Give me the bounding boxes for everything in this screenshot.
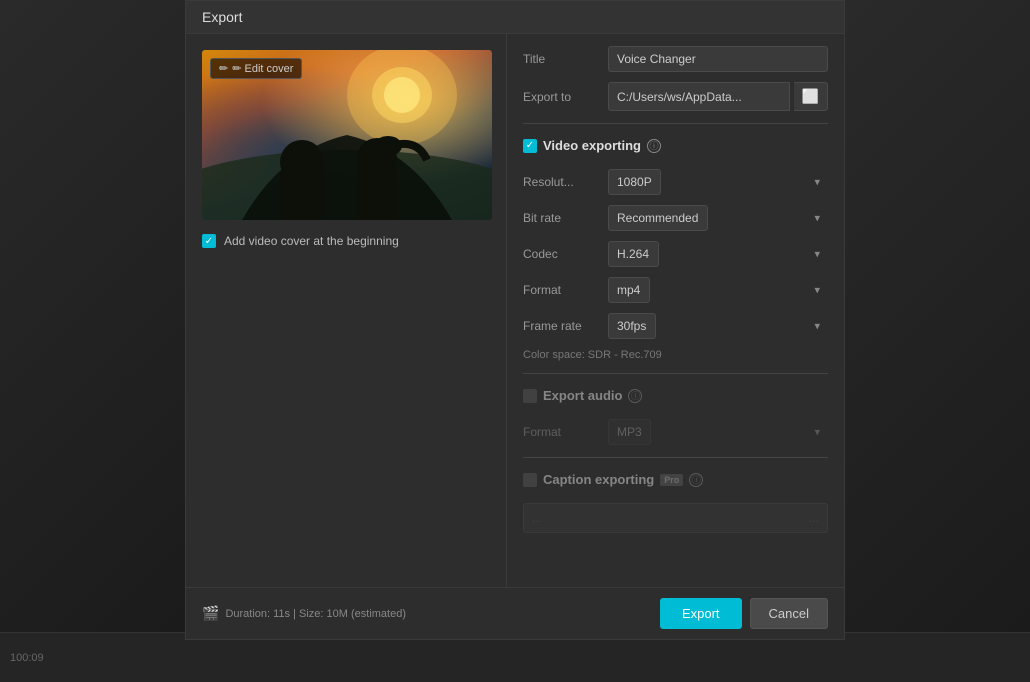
video-exporting-checkbox[interactable]: ✓ [523, 139, 537, 153]
export-dialog: Export [185, 0, 845, 640]
video-exporting-header: ✓ Video exporting ⓘ [523, 138, 828, 159]
browse-folder-button[interactable]: ⬜ [794, 82, 828, 111]
caption-exporting-title: Caption exporting [543, 472, 654, 487]
audio-format-field-row: Format MP3 [523, 419, 828, 445]
frame-rate-select[interactable]: 30fps [608, 313, 656, 339]
export-to-field-row: Export to ⬜ [523, 82, 828, 111]
format-select-wrapper: mp4 [608, 277, 828, 303]
divider-3 [523, 457, 828, 458]
codec-select-wrapper: H.264 [608, 241, 828, 267]
resolution-select-wrapper: 1080P [608, 169, 828, 195]
frame-rate-select-wrapper: 30fps [608, 313, 828, 339]
codec-select[interactable]: H.264 [608, 241, 659, 267]
caption-exporting-checkbox[interactable] [523, 473, 537, 487]
background-right [845, 0, 1030, 682]
format-select[interactable]: mp4 [608, 277, 650, 303]
audio-exporting-header: Export audio ⓘ [523, 388, 828, 409]
divider-2 [523, 373, 828, 374]
bit-rate-field-row: Bit rate Recommended [523, 205, 828, 231]
resolution-select[interactable]: 1080P [608, 169, 661, 195]
resolution-label: Resolut... [523, 175, 608, 189]
footer-info: 🎬 Duration: 11s | Size: 10M (estimated) [202, 605, 406, 622]
dialog-footer: 🎬 Duration: 11s | Size: 10M (estimated) … [186, 587, 844, 639]
cancel-button[interactable]: Cancel [750, 598, 828, 629]
add-cover-label: Add video cover at the beginning [224, 234, 399, 248]
left-panel: ✏ ✏ Edit cover ✓ Add video cover at the … [186, 34, 506, 587]
resolution-field-row: Resolut... 1080P [523, 169, 828, 195]
frame-rate-label: Frame rate [523, 319, 608, 333]
divider-1 [523, 123, 828, 124]
bit-rate-select[interactable]: Recommended [608, 205, 708, 231]
folder-icon: ⬜ [802, 88, 819, 104]
add-video-cover-row[interactable]: ✓ Add video cover at the beginning [202, 234, 399, 248]
export-to-input-group: ⬜ [608, 82, 828, 111]
right-panel: Title Export to ⬜ ✓ Video exporting ⓘ [506, 34, 844, 587]
edit-cover-button[interactable]: ✏ ✏ Edit cover [210, 58, 302, 79]
title-input[interactable] [608, 46, 828, 72]
bit-rate-label: Bit rate [523, 211, 608, 225]
caption-info-icon[interactable]: ⓘ [689, 473, 703, 487]
caption-format-dots: ... [532, 511, 542, 525]
dialog-title-bar: Export [186, 1, 844, 34]
audio-exporting-checkbox[interactable] [523, 389, 537, 403]
cover-container: ✏ ✏ Edit cover [202, 50, 492, 220]
audio-exporting-title: Export audio [543, 388, 622, 403]
format-field-row: Format mp4 [523, 277, 828, 303]
title-label: Title [523, 52, 608, 66]
audio-format-select[interactable]: MP3 [608, 419, 651, 445]
edit-icon: ✏ [219, 62, 228, 75]
caption-exporting-header: Caption exporting Pro ⓘ [523, 472, 828, 493]
caption-format-placeholder: ... [523, 503, 828, 533]
color-space-text: Color space: SDR - Rec.709 [523, 349, 828, 361]
film-icon: 🎬 [202, 605, 219, 622]
dialog-title: Export [202, 9, 242, 25]
audio-info-icon[interactable]: ⓘ [628, 389, 642, 403]
title-field-row: Title [523, 46, 828, 72]
video-info-icon[interactable]: ⓘ [647, 139, 661, 153]
export-path-input[interactable] [608, 82, 790, 111]
bit-rate-select-wrapper: Recommended [608, 205, 828, 231]
caption-pro-badge: Pro [660, 474, 683, 486]
background-left [0, 0, 185, 682]
dialog-body: ✏ ✏ Edit cover ✓ Add video cover at the … [186, 34, 844, 587]
add-cover-checkbox[interactable]: ✓ [202, 234, 216, 248]
audio-format-label: Format [523, 425, 608, 439]
export-button[interactable]: Export [660, 598, 742, 629]
audio-format-select-wrapper: MP3 [608, 419, 828, 445]
export-to-label: Export to [523, 90, 608, 104]
frame-rate-field-row: Frame rate 30fps [523, 313, 828, 339]
edit-cover-label: ✏ Edit cover [232, 62, 293, 75]
codec-field-row: Codec H.264 [523, 241, 828, 267]
video-exporting-title: Video exporting [543, 138, 641, 153]
format-label: Format [523, 283, 608, 297]
duration-info: Duration: 11s | Size: 10M (estimated) [225, 608, 406, 620]
footer-buttons: Export Cancel [660, 598, 828, 629]
codec-label: Codec [523, 247, 608, 261]
